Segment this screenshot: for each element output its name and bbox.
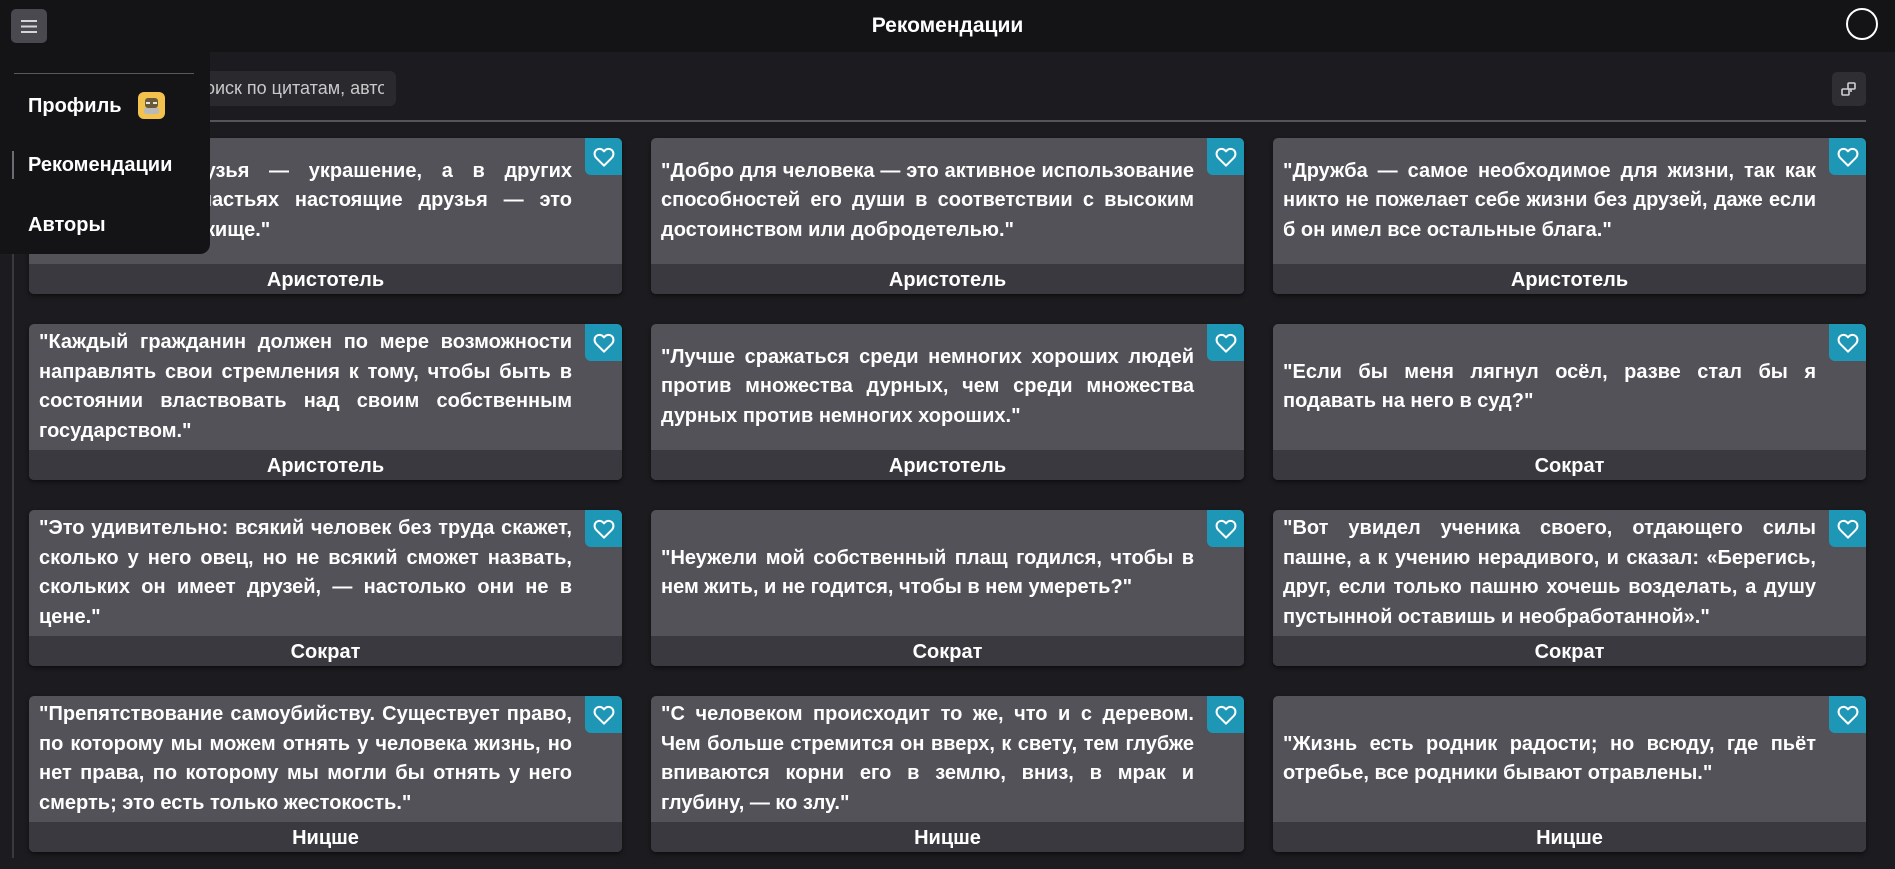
quote-text: "Если бы меня лягнул осёл, разве стал бы…: [1283, 360, 1816, 413]
quote-text: "Добро для человека — это активное испол…: [661, 159, 1194, 241]
favorite-heart-icon[interactable]: [1829, 324, 1866, 361]
quote-area: "Препятствование самоубийству. Существуе…: [29, 696, 622, 822]
quote-text: "Вот увидел ученика своего, отдающего си…: [1283, 517, 1816, 628]
quote-card[interactable]: "Дружба — самое необходимое для жизни, т…: [1273, 138, 1866, 294]
author-name[interactable]: Сократ: [29, 636, 622, 666]
sidebar-item-label: Авторы: [28, 214, 106, 236]
author-name[interactable]: Ницше: [29, 822, 622, 852]
sidebar-item-label: Рекомендации: [28, 154, 173, 176]
quote-card[interactable]: "Если бы меня лягнул осёл, разве стал бы…: [1273, 324, 1866, 480]
favorite-heart-icon[interactable]: [1207, 510, 1244, 547]
quote-text: "Лучше сражаться среди немногих хороших …: [661, 345, 1194, 427]
quote-text: "Препятствование самоубийству. Существуе…: [39, 703, 572, 814]
sidebar-item-recommendations[interactable]: Рекомендации: [28, 151, 172, 179]
favorite-heart-icon[interactable]: [1207, 324, 1244, 361]
quote-text: "Неужели мой собственный плащ годился, ч…: [661, 546, 1194, 599]
author-name[interactable]: Аристотель: [651, 450, 1244, 480]
author-name[interactable]: Сократ: [1273, 450, 1866, 480]
quote-card[interactable]: "Препятствование самоубийству. Существуе…: [29, 696, 622, 852]
quote-card[interactable]: "Лучше сражаться среди немногих хороших …: [651, 324, 1244, 480]
quote-text: "С человеком происходит то же, что и с д…: [661, 703, 1194, 814]
quote-area: "Неужели мой собственный плащ годился, ч…: [651, 510, 1244, 636]
sidebar-item-label: Профиль: [28, 95, 122, 117]
sidebar-menu: Профиль Рекомендации Авторы: [0, 52, 210, 254]
favorite-heart-icon[interactable]: [585, 324, 622, 361]
favorite-heart-icon[interactable]: [585, 696, 622, 733]
sidebar-item-profile[interactable]: Профиль: [28, 92, 122, 120]
hamburger-icon[interactable]: [11, 9, 47, 43]
quote-card[interactable]: "Неужели мой собственный плащ годился, ч…: [651, 510, 1244, 666]
quote-text: "Это удивительно: всякий человек без тру…: [39, 517, 572, 628]
quote-area: "Это удивительно: всякий человек без тру…: [29, 510, 622, 636]
quote-area: "Вот увидел ученика своего, отдающего си…: [1273, 510, 1866, 636]
sidebar-item-authors[interactable]: Авторы: [28, 211, 106, 239]
quote-text: "Дружба — самое необходимое для жизни, т…: [1283, 159, 1816, 241]
favorite-heart-icon[interactable]: [585, 510, 622, 547]
quote-card[interactable]: "Добро для человека — это активное испол…: [651, 138, 1244, 294]
quote-area: "Дружба — самое необходимое для жизни, т…: [1273, 138, 1866, 264]
quote-area: "Каждый гражданин должен по мере возможн…: [29, 324, 622, 450]
favorite-heart-icon[interactable]: [1829, 510, 1866, 547]
quotes-grid: "В счастье друзья — украшение, а в други…: [29, 138, 1866, 852]
favorite-heart-icon[interactable]: [1829, 696, 1866, 733]
author-name[interactable]: Аристотель: [1273, 264, 1866, 294]
quote-card[interactable]: "Это удивительно: всякий человек без тру…: [29, 510, 622, 666]
quote-card[interactable]: "Вот увидел ученика своего, отдающего си…: [1273, 510, 1866, 666]
favorite-heart-icon[interactable]: [1207, 138, 1244, 175]
quote-text: "Жизнь есть родник радости; но всюду, гд…: [1283, 732, 1816, 785]
top-bar: Рекомендации: [0, 0, 1895, 52]
quote-card[interactable]: "Жизнь есть родник радости; но всюду, гд…: [1273, 696, 1866, 852]
quote-area: "Лучше сражаться среди немногих хороших …: [651, 324, 1244, 450]
divider: [28, 120, 1866, 122]
author-name[interactable]: Сократ: [651, 636, 1244, 666]
profile-avatar-icon[interactable]: [138, 92, 165, 119]
author-name[interactable]: Ницше: [1273, 822, 1866, 852]
quote-text: "Каждый гражданин должен по мере возможн…: [39, 331, 572, 442]
author-name[interactable]: Аристотель: [29, 264, 622, 294]
author-name[interactable]: Аристотель: [29, 450, 622, 480]
quote-card[interactable]: "С человеком происходит то же, что и с д…: [651, 696, 1244, 852]
quote-area: "Жизнь есть родник радости; но всюду, гд…: [1273, 696, 1866, 822]
quote-area: "Если бы меня лягнул осёл, разве стал бы…: [1273, 324, 1866, 450]
search-input[interactable]: [180, 71, 396, 106]
favorite-heart-icon[interactable]: [585, 138, 622, 175]
sidebar-separator: [14, 73, 194, 74]
quote-area: "С человеком происходит то же, что и с д…: [651, 696, 1244, 822]
favorite-heart-icon[interactable]: [1207, 696, 1244, 733]
author-name[interactable]: Сократ: [1273, 636, 1866, 666]
quote-card[interactable]: "Каждый гражданин должен по мере возможн…: [29, 324, 622, 480]
page-title: Рекомендации: [871, 14, 1024, 37]
quote-area: "Добро для человека — это активное испол…: [651, 138, 1244, 264]
filter-icon[interactable]: [1832, 72, 1866, 106]
active-indicator: [12, 151, 14, 179]
user-circle-icon[interactable]: [1846, 8, 1878, 40]
author-name[interactable]: Аристотель: [651, 264, 1244, 294]
favorite-heart-icon[interactable]: [1829, 138, 1866, 175]
author-name[interactable]: Ницше: [651, 822, 1244, 852]
